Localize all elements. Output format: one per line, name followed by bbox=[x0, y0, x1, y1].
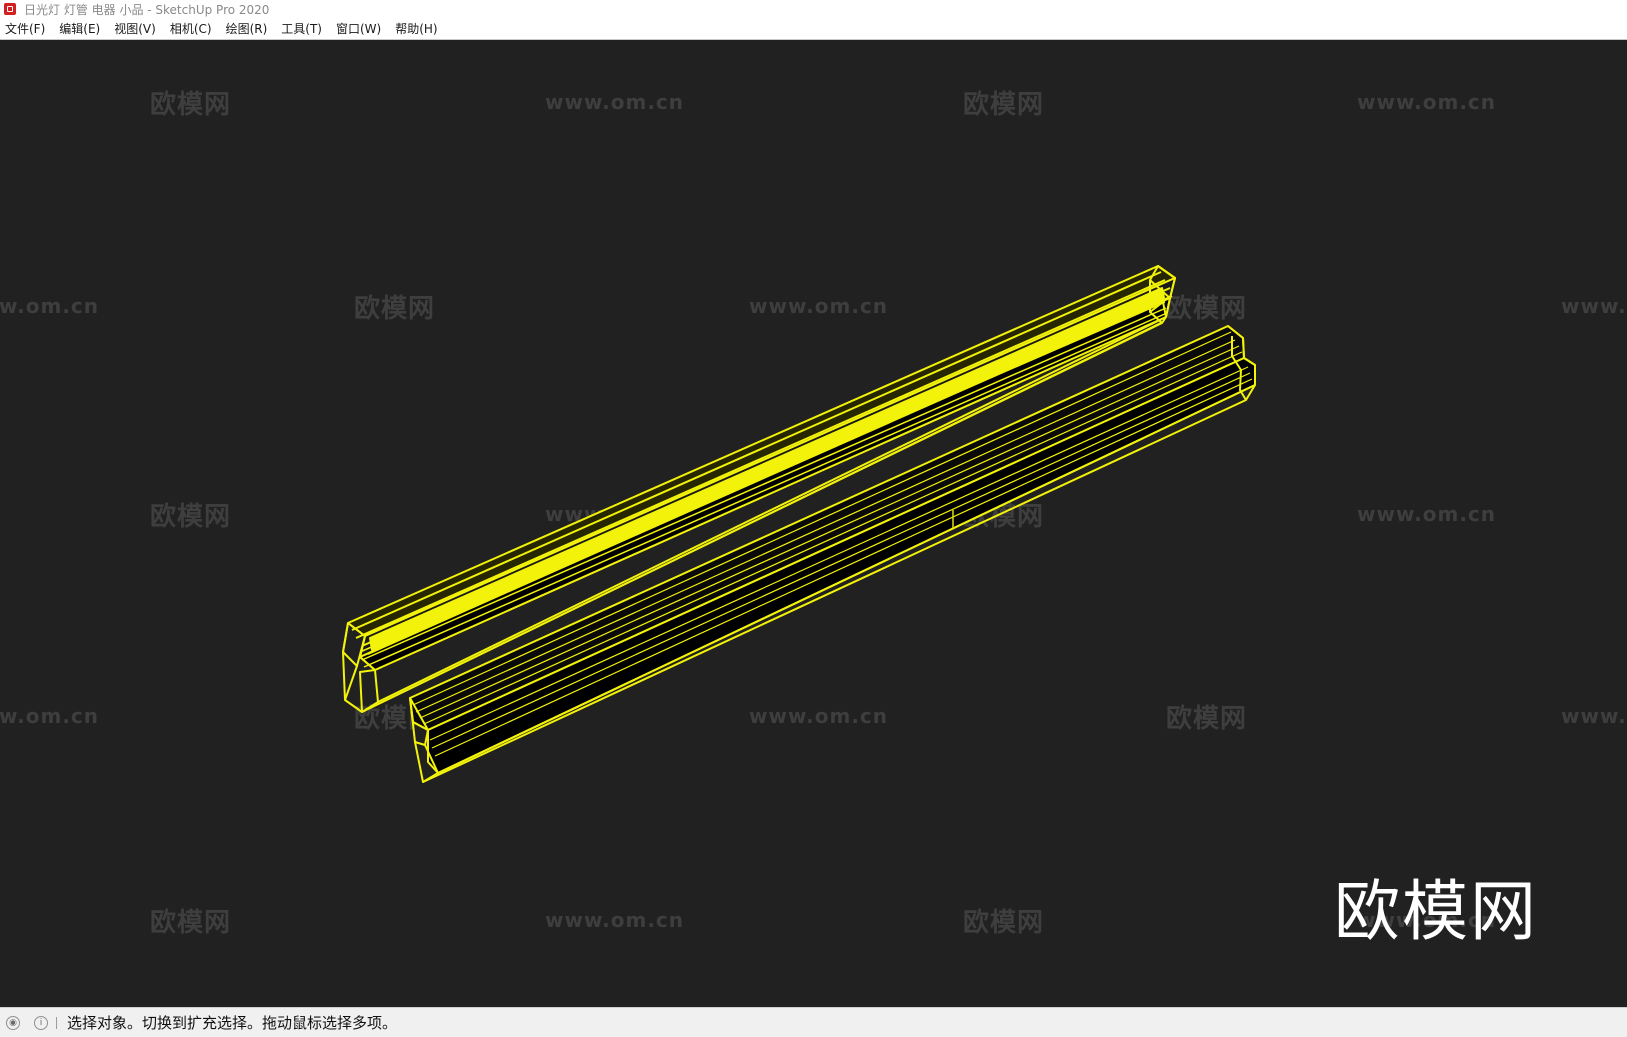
sketchup-window: 日光灯 灯管 电器 小品 - SketchUp Pro 2020 文件(F) 编… bbox=[0, 0, 1627, 1037]
menu-edit[interactable]: 编辑(E) bbox=[54, 20, 107, 37]
menu-window[interactable]: 窗口(W) bbox=[331, 20, 388, 37]
geo-location-icon[interactable]: ◉ bbox=[6, 1015, 20, 1030]
window-title: 日光灯 灯管 电器 小品 - SketchUp Pro 2020 bbox=[24, 2, 270, 17]
status-divider bbox=[56, 1016, 57, 1029]
menu-tools[interactable]: 工具(T) bbox=[276, 20, 329, 37]
status-message: 选择对象。切换到扩充选择。拖动鼠标选择多项。 bbox=[67, 1014, 398, 1032]
drawing-viewport[interactable]: 欧模网 www.om.cn 欧模网 www.om.cn www.om.cn 欧模… bbox=[0, 40, 1627, 1007]
fluorescent-tube-model-upper[interactable] bbox=[342, 265, 1176, 713]
menu-draw[interactable]: 绘图(R) bbox=[221, 20, 275, 37]
menu-file[interactable]: 文件(F) bbox=[0, 20, 52, 37]
menu-help[interactable]: 帮助(H) bbox=[390, 20, 444, 37]
title-bar: 日光灯 灯管 电器 小品 - SketchUp Pro 2020 bbox=[0, 0, 1627, 18]
menu-bar: 文件(F) 编辑(E) 视图(V) 相机(C) 绘图(R) 工具(T) 窗口(W… bbox=[0, 18, 1627, 40]
sketchup-app-icon[interactable] bbox=[4, 3, 16, 15]
menu-camera[interactable]: 相机(C) bbox=[165, 20, 219, 37]
info-icon[interactable]: i bbox=[34, 1015, 48, 1030]
menu-view[interactable]: 视图(V) bbox=[109, 20, 163, 37]
brand-logo: 欧模网 bbox=[1334, 873, 1538, 950]
status-bar: ◉ i 选择对象。切换到扩充选择。拖动鼠标选择多项。 bbox=[0, 1007, 1627, 1037]
